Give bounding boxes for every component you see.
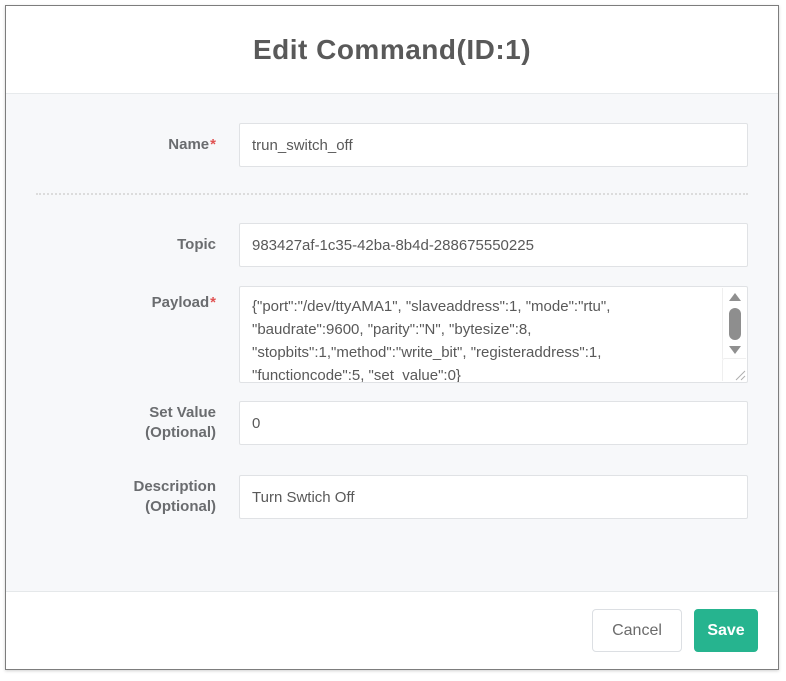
description-label-line1: Description bbox=[133, 478, 216, 495]
save-button[interactable]: Save bbox=[694, 609, 758, 652]
form-row-name: Name* bbox=[36, 123, 748, 167]
description-label-line2: (Optional) bbox=[145, 498, 216, 515]
payload-label-text: Payload bbox=[152, 294, 210, 311]
set-value-input[interactable] bbox=[239, 401, 748, 445]
description-input[interactable] bbox=[239, 475, 748, 519]
topic-input[interactable] bbox=[239, 223, 748, 267]
set-value-label-line2: (Optional) bbox=[145, 424, 216, 441]
dialog-title: Edit Command(ID:1) bbox=[253, 34, 531, 66]
edit-command-dialog: Edit Command(ID:1) Name* Topic Payload* … bbox=[5, 5, 779, 670]
form-row-payload: Payload* {"port":"/dev/ttyAMA1", "slavea… bbox=[36, 286, 748, 383]
resize-grip-icon[interactable] bbox=[722, 358, 746, 381]
dialog-header: Edit Command(ID:1) bbox=[6, 6, 778, 94]
scrollbar-thumb[interactable] bbox=[729, 308, 741, 340]
description-field-wrap bbox=[239, 475, 748, 519]
name-field-wrap bbox=[239, 123, 748, 167]
cancel-button[interactable]: Cancel bbox=[592, 609, 682, 652]
form-row-description: Description (Optional) bbox=[36, 475, 748, 519]
form-row-topic: Topic bbox=[36, 223, 748, 267]
payload-text[interactable]: {"port":"/dev/ttyAMA1", "slaveaddress":1… bbox=[240, 287, 699, 382]
description-label: Description (Optional) bbox=[36, 477, 216, 517]
name-label: Name* bbox=[36, 135, 216, 155]
required-asterisk: * bbox=[210, 136, 216, 153]
payload-textarea[interactable]: {"port":"/dev/ttyAMA1", "slaveaddress":1… bbox=[239, 286, 748, 383]
section-divider bbox=[36, 193, 748, 195]
topic-field-wrap bbox=[239, 223, 748, 267]
payload-scrollbar[interactable] bbox=[722, 288, 746, 359]
name-input[interactable] bbox=[239, 123, 748, 167]
dialog-body: Name* Topic Payload* {"port":"/dev/ttyAM… bbox=[6, 94, 778, 592]
required-asterisk: * bbox=[210, 294, 216, 311]
topic-label-text: Topic bbox=[177, 236, 216, 253]
set-value-label: Set Value (Optional) bbox=[36, 403, 216, 443]
payload-field-wrap: {"port":"/dev/ttyAMA1", "slaveaddress":1… bbox=[239, 286, 748, 383]
topic-label: Topic bbox=[36, 235, 216, 255]
set-value-label-line1: Set Value bbox=[149, 404, 216, 421]
scroll-down-icon[interactable] bbox=[729, 346, 741, 354]
payload-label: Payload* bbox=[36, 293, 216, 313]
scroll-up-icon[interactable] bbox=[729, 293, 741, 301]
name-label-text: Name bbox=[168, 136, 209, 153]
set-value-field-wrap bbox=[239, 401, 748, 445]
dialog-footer: Cancel Save bbox=[6, 592, 778, 669]
form-row-set-value: Set Value (Optional) bbox=[36, 401, 748, 445]
